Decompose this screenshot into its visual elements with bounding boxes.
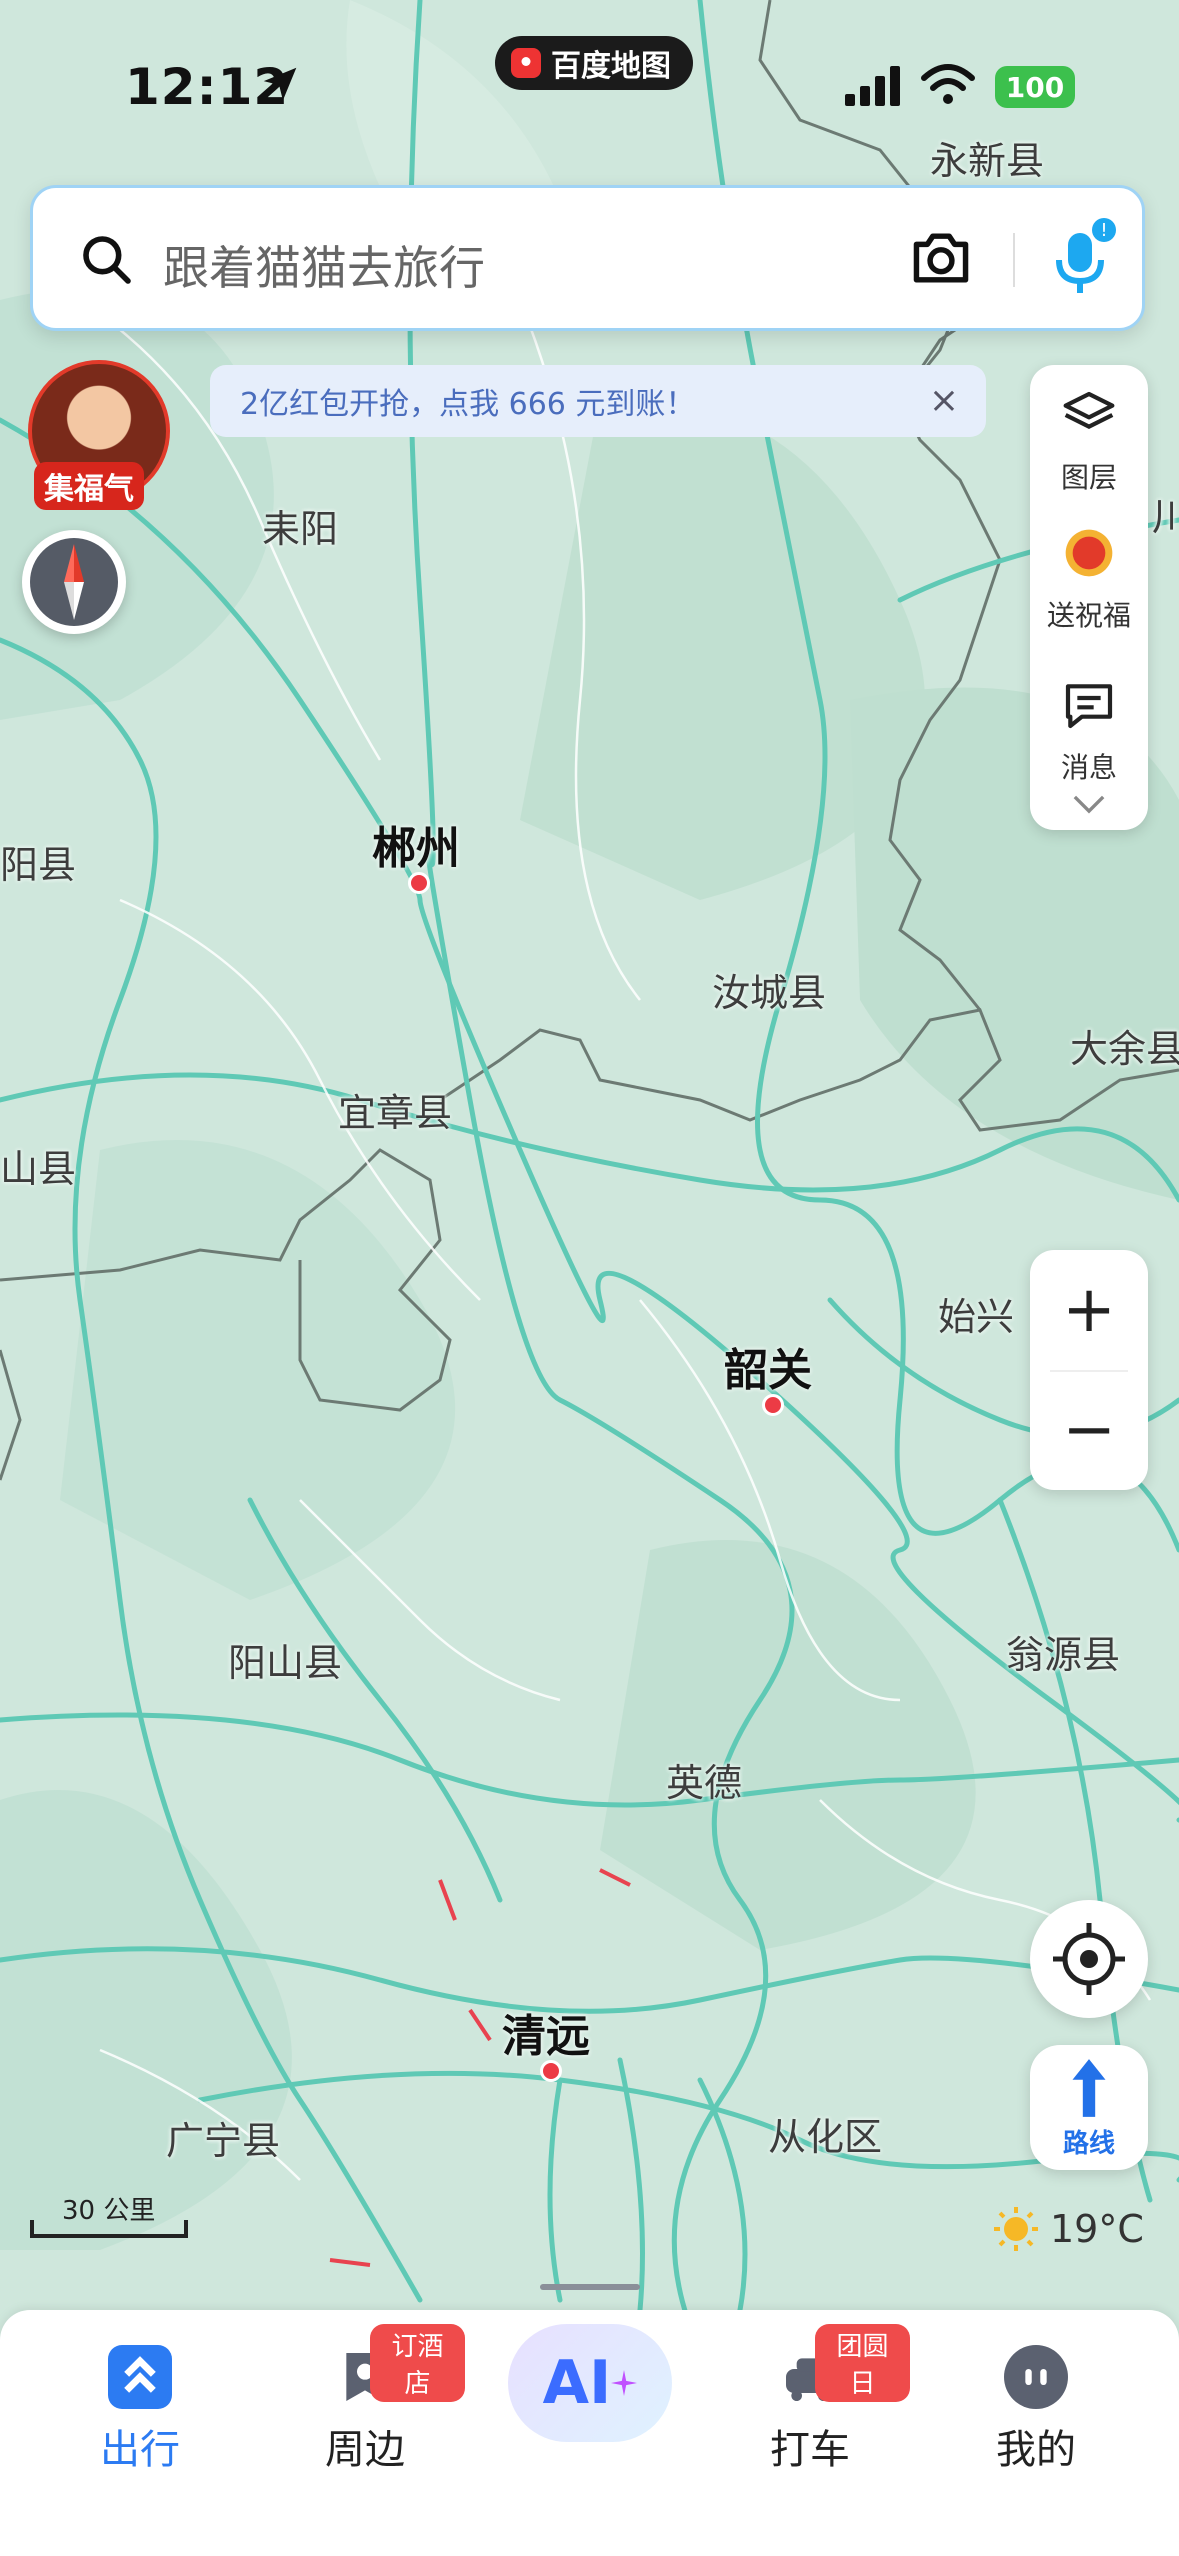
sun-icon [994,2207,1038,2251]
messages-label: 消息 [1060,751,1117,784]
zoom-control: + − [1030,1250,1148,1490]
weather-widget[interactable]: 19°C [992,2205,1144,2253]
compass-button[interactable] [22,530,126,634]
city-label[interactable]: 大余县 [1070,1018,1179,1073]
city-label[interactable]: 川 [1152,486,1179,541]
city-label[interactable]: 阳山县 [228,1632,342,1687]
nav-label-mine: 我的 [996,2427,1076,2473]
battery-indicator: 100 [995,66,1075,108]
ai-assistant-button[interactable]: AI [508,2324,672,2442]
zoom-out-button[interactable]: − [1030,1370,1148,1490]
city-label[interactable]: 永新县 [930,130,1044,185]
layers-icon [1063,391,1115,430]
nav-label-travel: 出行 [100,2427,180,2473]
home-indicator [540,2284,640,2290]
crosshair-icon [1053,1923,1125,1995]
blessing-button[interactable]: 送祝福 [1030,525,1148,634]
search-bar[interactable]: 跟着猫猫去旅行 ! [30,185,1145,331]
camera-icon[interactable] [908,228,974,288]
zoom-in-button[interactable]: + [1030,1250,1148,1370]
signal-icon [845,66,900,106]
locate-me-button[interactable] [1030,1900,1148,2018]
nav-label-taxi: 打车 [770,2427,850,2473]
city-label[interactable]: 广宁县 [166,2110,280,2165]
city-label[interactable]: 宜章县 [338,1082,452,1137]
nav-item-travel[interactable]: 出行 [40,2310,240,2475]
wifi-icon [921,64,975,104]
profile-icon [1004,2345,1068,2409]
route-label: 路线 [1062,2129,1115,2159]
city-label[interactable]: 英德 [666,1752,742,1807]
layers-button[interactable]: 图层 [1030,387,1148,496]
avatar-tag[interactable]: 集福气 [34,462,144,510]
blessing-label: 送祝福 [1046,599,1131,632]
city-label[interactable]: 郴州 [372,812,460,876]
divider [1013,233,1015,287]
messages-button[interactable]: 消息 [1030,677,1148,786]
city-label[interactable]: 从化区 [768,2106,882,2161]
city-dot [540,2060,562,2082]
travel-icon [108,2345,172,2409]
route-button[interactable]: 路线 [1030,2045,1148,2170]
status-app-label: 百度地图 [551,49,671,84]
nav-badge-hotel: 订酒店 [370,2324,465,2402]
banner-text: 2亿红包开抢，点我 666 元到账！ [240,387,696,422]
city-label[interactable]: 韶关 [724,1334,812,1398]
blessing-icon [1065,529,1113,577]
layers-label: 图层 [1060,461,1117,494]
map-tools-panel: 图层 送祝福 消息 [1030,365,1148,830]
search-icon [83,236,131,284]
banner-close-button[interactable]: × [922,379,966,423]
city-label[interactable]: 阳县 [0,834,76,889]
location-arrow-icon [263,67,297,101]
nav-item-taxi[interactable]: 团圆日 打车 [710,2310,910,2475]
city-label[interactable]: 汝城县 [712,962,826,1017]
city-dot [408,872,430,894]
svg-text:!: ! [1100,220,1107,241]
city-label[interactable]: 始兴 [938,1286,1014,1341]
microphone-icon[interactable]: ! [1043,218,1117,302]
status-app-pill[interactable]: 百度地图 [495,36,693,90]
nav-item-mine[interactable]: 我的 [936,2310,1136,2475]
sparkle-icon [611,2370,638,2396]
search-input[interactable]: 跟着猫猫去旅行 [163,232,485,298]
route-arrow-icon [1072,2059,1106,2117]
promo-banner[interactable]: 2亿红包开抢，点我 666 元到账！ × [210,365,986,437]
baidu-map-logo-icon [511,48,541,78]
chevron-down-icon[interactable] [1072,793,1106,815]
city-label[interactable]: 翁源县 [1006,1624,1120,1679]
nav-badge-reunion: 团圆日 [815,2324,910,2402]
weather-temp: 19°C [1050,2207,1144,2251]
city-dot [762,1394,784,1416]
city-label[interactable]: 耒阳 [262,498,338,553]
nav-label-nearby: 周边 [325,2427,405,2473]
nav-item-nearby[interactable]: 订酒店 周边 [265,2310,465,2475]
message-icon [1065,684,1113,729]
scale-bar [30,2220,188,2238]
city-label[interactable]: 山县 [0,1138,76,1193]
bottom-nav: 出行 订酒店 周边 AI 团圆日 打车 我的 [0,2284,1179,2556]
city-label[interactable]: 清远 [502,2000,590,2064]
ai-label: AI [542,2348,612,2418]
compass-icon [30,538,118,626]
